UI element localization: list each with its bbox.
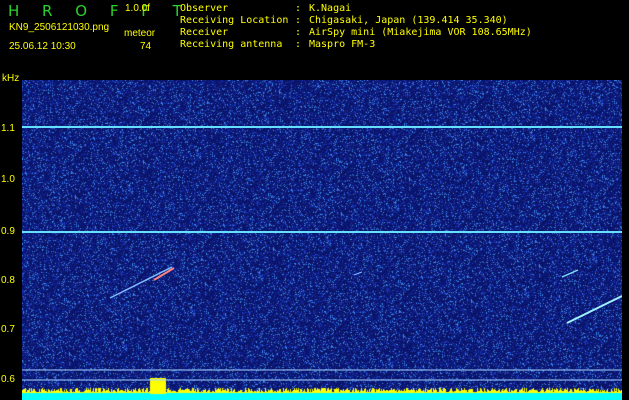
- info-row-receiver: Receiver: AirSpy mini (Miakejima VOR 108.…: [180, 27, 532, 38]
- datetime-label: 25.06.12 10:30: [9, 41, 76, 52]
- version-label: 1.0.0f: [125, 3, 151, 14]
- meteor-count: 74: [140, 41, 152, 52]
- info-row-observer: Observer: K.Nagai: [180, 3, 352, 14]
- y-tick-label: 1.0: [1, 174, 15, 185]
- mode-label: meteor: [124, 28, 156, 39]
- waterfall-spectrogram: [22, 80, 622, 400]
- header: H R O F F T 1.0.0f KN9_2506121030.png me…: [0, 0, 629, 74]
- waterfall-overlay: [22, 126, 622, 381]
- app-title: H R O F F T: [8, 2, 191, 20]
- station-info: Observer: K.Nagai Receiving Location: Chig…: [180, 3, 532, 51]
- y-tick-label: 0.7: [1, 324, 15, 335]
- y-tick-label: 0.8: [1, 275, 15, 286]
- y-tick-label: 0.6: [1, 374, 15, 385]
- y-tick-label: 1.1: [1, 123, 15, 134]
- info-row-location: Receiving Location: Chigasaki, Japan (139…: [180, 15, 508, 26]
- meteor-echo: [561, 269, 579, 278]
- filename-label: KN9_2506121030.png: [9, 22, 110, 33]
- y-tick-label: 0.9: [1, 226, 15, 237]
- meteor-echo: [109, 266, 173, 299]
- y-unit-label: kHz: [2, 73, 20, 84]
- meteor-echo: [353, 271, 363, 276]
- meteor-echo: [566, 295, 622, 324]
- info-row-antenna: Receiving antenna: Maspro FM-3: [180, 39, 376, 50]
